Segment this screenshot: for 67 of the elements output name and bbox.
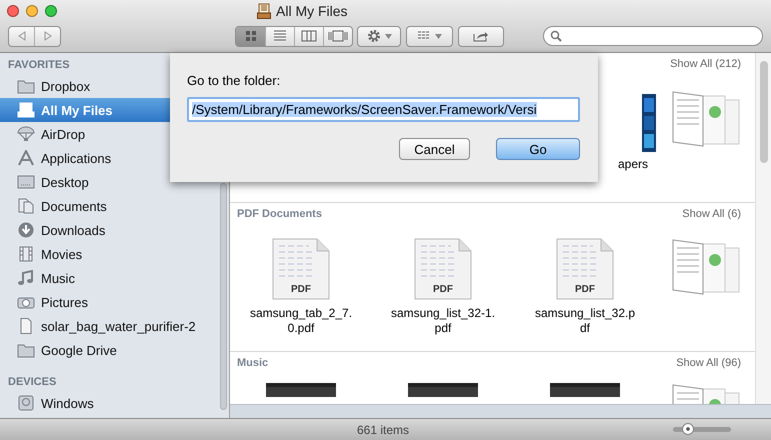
icon-view-button[interactable] (236, 26, 265, 46)
section-title: PDF Documents (237, 208, 322, 222)
columns-icon (301, 30, 317, 42)
search-icon (550, 30, 562, 42)
caret-icon (384, 34, 392, 38)
cancel-button[interactable]: Cancel (399, 138, 470, 160)
sidebar-item[interactable]: Movies (0, 242, 217, 266)
list-icon (273, 30, 287, 42)
apps-icon (17, 150, 35, 166)
window-title: All My Files (276, 3, 348, 19)
view-switcher[interactable] (235, 26, 353, 46)
file-cabinet-icon (17, 102, 35, 118)
zoom-button[interactable] (45, 5, 57, 17)
show-all-link[interactable]: Show All (212) (670, 58, 741, 74)
download-icon (17, 222, 35, 238)
pdf-file-icon: PDF (271, 238, 331, 300)
pdf-file-icon: PDF (413, 238, 473, 300)
sidebar-item[interactable]: Pictures (0, 290, 217, 314)
close-button[interactable] (7, 5, 19, 17)
cover-flow-icon (328, 30, 348, 42)
grid-icon (244, 30, 256, 42)
parachute-icon (17, 126, 35, 142)
music-note-icon (17, 270, 35, 286)
file-name: apers (618, 157, 649, 172)
folder-icon (17, 342, 35, 358)
section-title: Music (237, 357, 268, 369)
folder-icon (17, 78, 35, 94)
search-field[interactable] (543, 26, 763, 46)
pdf-file-icon: PDF (555, 238, 615, 300)
file-cabinet-icon (257, 3, 271, 19)
sidebar-item[interactable]: AirDrop (0, 122, 217, 146)
scroll-bar[interactable] (220, 183, 226, 410)
go-button[interactable]: Go (496, 138, 580, 160)
wallpaper-thumbnail (642, 94, 656, 152)
grid-icon (417, 31, 431, 41)
album-thumbnail (550, 383, 620, 397)
sidebar-item[interactable]: Documents (0, 194, 217, 218)
album-thumbnail (266, 383, 336, 397)
show-all-link[interactable]: Show All (96) (676, 357, 741, 369)
gear-icon (366, 29, 380, 43)
sidebar-heading: FAVORITES (7, 58, 71, 73)
caret-icon (435, 34, 442, 38)
back-arrow-icon (18, 31, 26, 41)
sidebar-item[interactable]: Downloads (0, 218, 217, 242)
slider-thumb[interactable] (682, 423, 694, 435)
prompt-label: Go to the folder: (187, 73, 282, 88)
forward-arrow-icon (44, 31, 52, 41)
album-thumbnail (408, 383, 478, 397)
sidebar-item[interactable]: Desktop (0, 170, 217, 194)
sidebar-item[interactable]: Applications (0, 146, 217, 170)
desktop-icon (17, 174, 35, 190)
file-name: samsung_list_32.pdf (534, 306, 636, 336)
path-field[interactable]: /System/Library/Frameworks/ScreenSaver.Framework/Versi (187, 97, 580, 122)
share-icon (473, 30, 489, 42)
minimize-button[interactable] (26, 5, 38, 17)
sidebar-item[interactable]: Music (0, 266, 217, 290)
sidebar-item[interactable]: Windows (0, 391, 217, 415)
scroll-bar[interactable] (760, 61, 768, 163)
file-name: samsung_list_32-1.pdf (390, 306, 496, 336)
item-count: 661 items (357, 422, 410, 436)
sidebar-item[interactable]: Google Drive (0, 338, 217, 362)
sidebar-heading: DEVICES (7, 375, 58, 390)
show-all-link[interactable]: Show All (6) (682, 208, 741, 224)
documents-icon (17, 198, 35, 214)
film-icon (17, 246, 35, 262)
sidebar-item[interactable]: solar_bag_water_purifier-2 (0, 314, 217, 338)
file-name: samsung_tab_2_7.0.pdf (248, 306, 354, 336)
